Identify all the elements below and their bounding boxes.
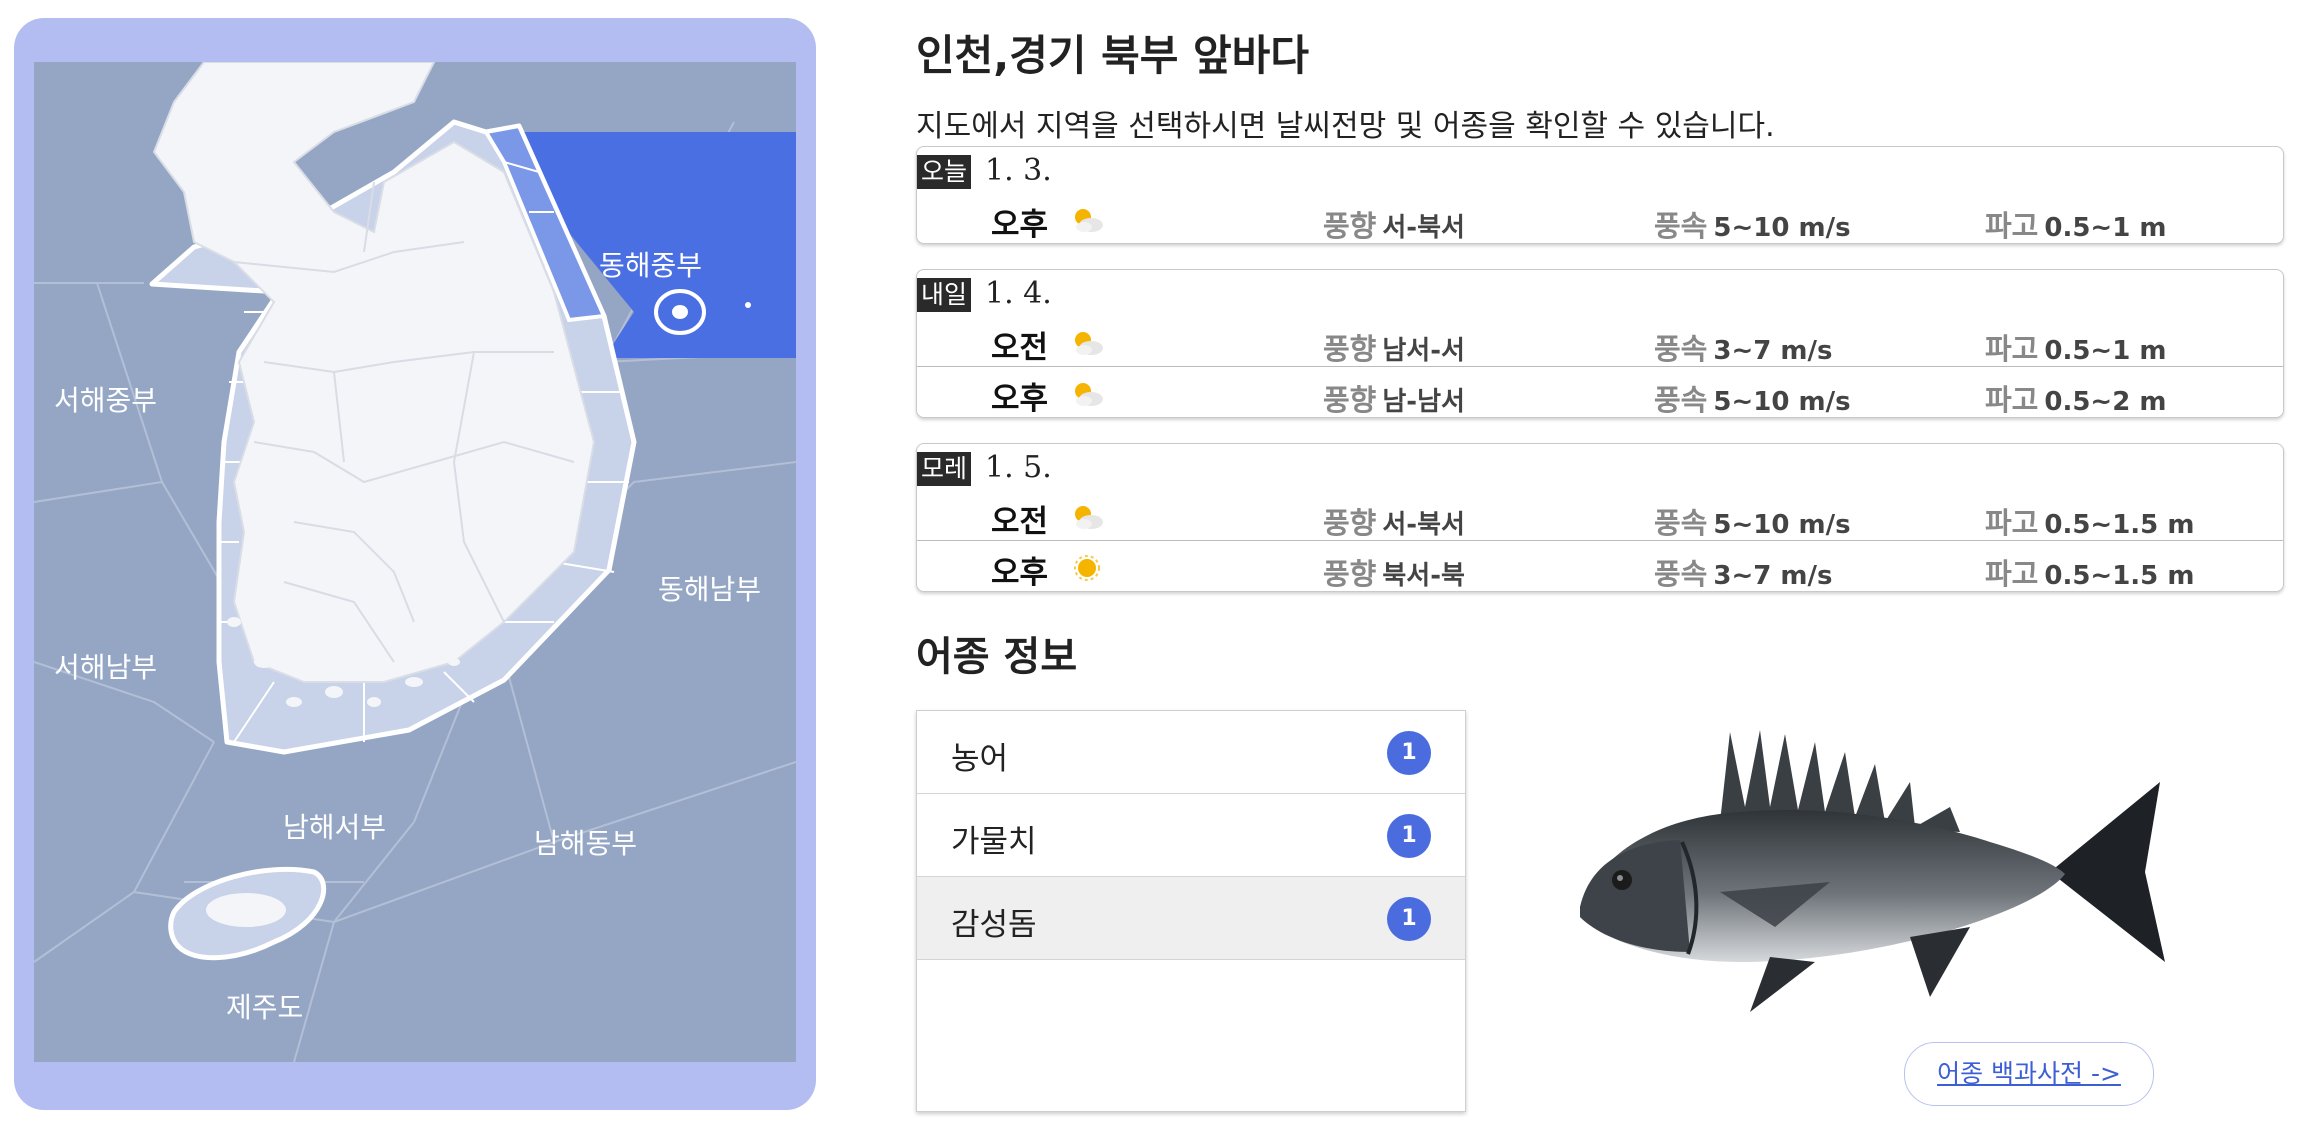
wind-speed: 풍속 3~7 m/s bbox=[1654, 332, 1833, 366]
wind-direction: 풍향 서-북서 bbox=[1323, 209, 1465, 243]
wave-height: 파고 0.5~1.5 m bbox=[1985, 506, 2195, 540]
fish-list-item[interactable]: 가물치 1 bbox=[917, 794, 1465, 877]
partly-cloudy-icon bbox=[1075, 332, 1103, 355]
region-label-south-west[interactable]: 남해서부 bbox=[283, 806, 386, 846]
black-seabream-photo bbox=[1580, 730, 2165, 1012]
wind-speed: 풍속 5~10 m/s bbox=[1654, 209, 1851, 243]
forecast-card-today: 오늘 1. 3. 오후 풍향 서-북서 풍속 5~10 m/s 파고 0.5~1 m bbox=[916, 146, 2284, 244]
forecast-row: 오전 풍향 서-북서 풍속 5~10 m/s 파고 0.5~1.5 m bbox=[917, 490, 2283, 540]
page-subtitle: 지도에서 지역을 선택하시면 날씨전망 및 어종을 확인할 수 있습니다. bbox=[916, 109, 1775, 144]
sunny-icon bbox=[1074, 555, 1100, 581]
fish-count-badge: 1 bbox=[1387, 731, 1431, 775]
day-badge: 모레 bbox=[917, 452, 972, 486]
period-label: 오전 bbox=[991, 504, 1049, 540]
region-label-west-central[interactable]: 서해중부 bbox=[54, 379, 157, 419]
wave-height: 파고 0.5~1 m bbox=[1985, 332, 2167, 366]
wind-direction: 풍향 남-남서 bbox=[1323, 383, 1465, 417]
fish-name: 농어 bbox=[951, 741, 1009, 777]
forecast-row: 오전 풍향 남서-서 풍속 3~7 m/s 파고 0.5~1 m bbox=[917, 316, 2283, 366]
wind-speed: 풍속 3~7 m/s bbox=[1654, 557, 1833, 591]
fish-list-item[interactable]: 농어 1 bbox=[917, 711, 1465, 794]
wind-direction: 풍향 남서-서 bbox=[1323, 332, 1465, 366]
wind-speed: 풍속 5~10 m/s bbox=[1654, 506, 1851, 540]
fish-encyclopedia-link[interactable]: 어종 백과사전 -> bbox=[1904, 1042, 2154, 1106]
partly-cloudy-icon bbox=[1075, 383, 1103, 406]
wind-direction: 풍향 북서-북 bbox=[1323, 557, 1465, 591]
wave-height: 파고 0.5~1.5 m bbox=[1985, 557, 2195, 591]
fish-section-title: 어종 정보 bbox=[916, 634, 1078, 680]
period-label: 오후 bbox=[991, 381, 1049, 417]
page-title: 인천,경기 북부 앞바다 bbox=[916, 31, 1309, 80]
map-svg bbox=[34, 62, 796, 1062]
jeju-island bbox=[206, 893, 286, 927]
wave-height: 파고 0.5~2 m bbox=[1985, 383, 2167, 417]
map-panel: 서해중부 서해남부 남해서부 제주도 동해중부 동해남부 남해동부 bbox=[14, 18, 816, 1110]
region-label-south-east[interactable]: 남해동부 bbox=[534, 822, 637, 862]
fish-name: 감성돔 bbox=[951, 907, 1037, 943]
fish-list-item-selected[interactable]: 감성돔 1 bbox=[917, 877, 1465, 960]
partly-cloudy-icon bbox=[1075, 506, 1103, 529]
day-badge: 오늘 bbox=[917, 155, 972, 189]
period-label: 오후 bbox=[991, 555, 1049, 591]
region-label-west-south[interactable]: 서해남부 bbox=[54, 646, 157, 686]
region-label-east-south[interactable]: 동해남부 bbox=[658, 568, 761, 608]
period-label: 오전 bbox=[991, 330, 1049, 366]
forecast-row: 오후 풍향 남-남서 풍속 5~10 m/s 파고 0.5~2 m bbox=[917, 366, 2283, 417]
fish-count-badge: 1 bbox=[1387, 897, 1431, 941]
fish-name: 가물치 bbox=[951, 824, 1037, 860]
forecast-card-day-after: 모레 1. 5. 오전 풍향 서-북서 풍속 5~10 m/s 파고 0.5~1.5 … bbox=[916, 443, 2284, 592]
forecast-row: 오후 풍향 서-북서 풍속 5~10 m/s 파고 0.5~1 m bbox=[917, 193, 2283, 243]
forecast-row: 오후 풍향 북서-북 풍속 3~7 m/s 파고 0.5~1.5 m bbox=[917, 540, 2283, 591]
day-date: 1. 4. bbox=[985, 276, 1052, 311]
forecast-card-tomorrow: 내일 1. 4. 오전 풍향 남서-서 풍속 3~7 m/s 파고 0.5~1 m 오… bbox=[916, 269, 2284, 418]
day-date: 1. 3. bbox=[985, 153, 1052, 188]
fish-list: 농어 1 가물치 1 감성돔 1 bbox=[916, 710, 1466, 1112]
period-label: 오후 bbox=[991, 207, 1049, 243]
region-label-east-central[interactable]: 동해중부 bbox=[599, 244, 702, 284]
wind-speed: 풍속 5~10 m/s bbox=[1654, 383, 1851, 417]
dokdo-dot bbox=[745, 302, 751, 308]
partly-cloudy-icon bbox=[1075, 209, 1103, 232]
wind-direction: 풍향 서-북서 bbox=[1323, 506, 1465, 540]
day-badge: 내일 bbox=[917, 278, 972, 312]
fish-count-badge: 1 bbox=[1387, 814, 1431, 858]
day-date: 1. 5. bbox=[985, 450, 1052, 485]
sea-area-map: 서해중부 서해남부 남해서부 제주도 동해중부 동해남부 남해동부 bbox=[34, 62, 796, 1062]
region-label-jeju[interactable]: 제주도 bbox=[226, 986, 303, 1026]
wave-height: 파고 0.5~1 m bbox=[1985, 209, 2167, 243]
